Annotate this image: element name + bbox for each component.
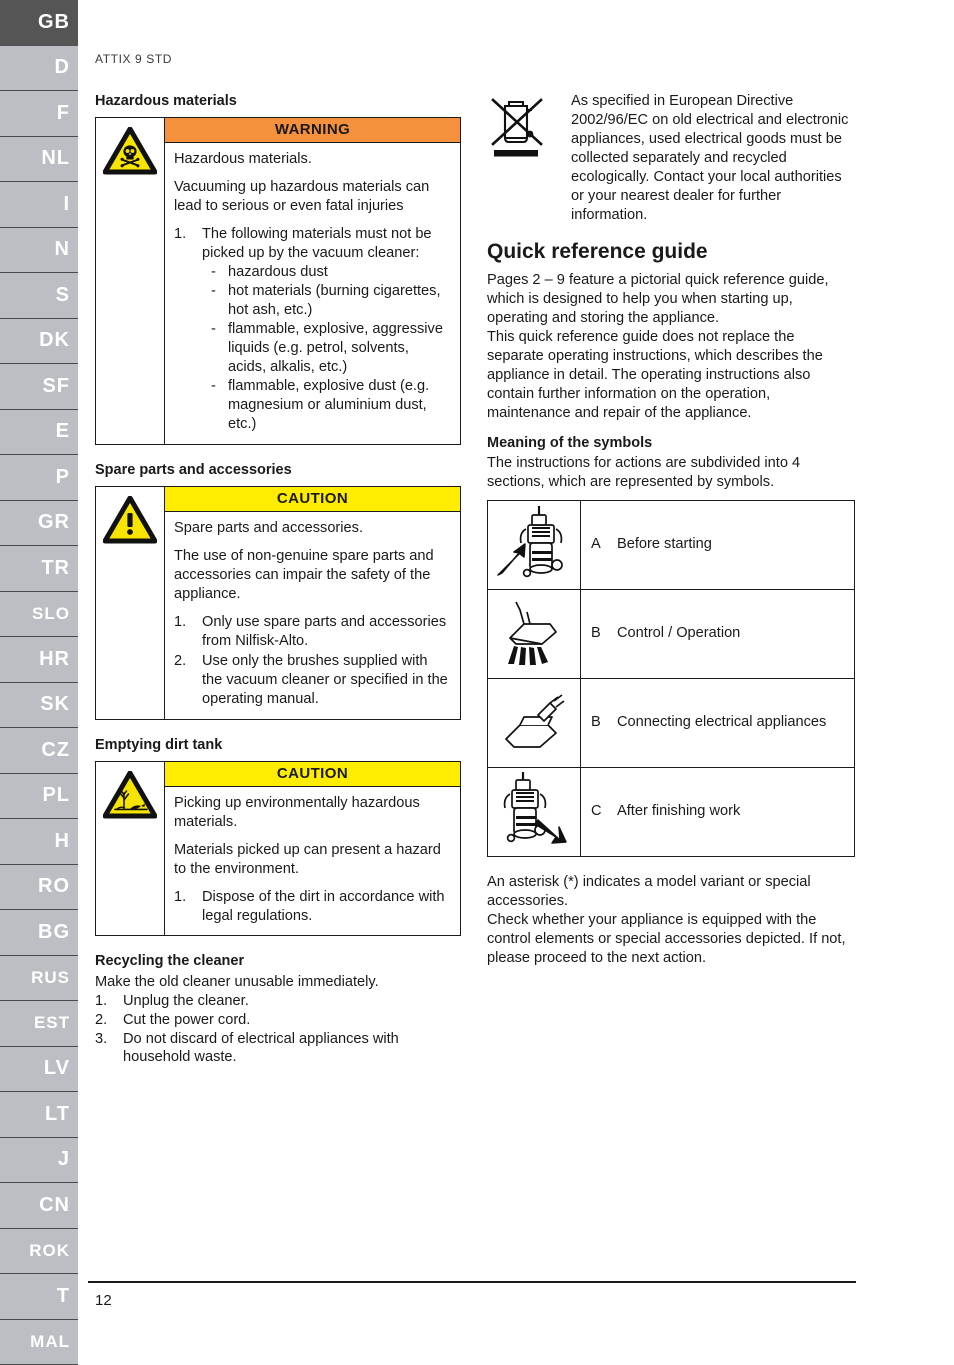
right-column: As specified in European Directive 2002/…: [487, 92, 855, 968]
vacuum-cleaner-arrow-out-icon: [487, 766, 581, 857]
list-marker: 1.: [95, 992, 108, 1009]
asterisk-note-paragraph-1: An asterisk (*) indicates a model varian…: [487, 873, 811, 909]
list-item: 2. Cut the power cord.: [95, 1011, 461, 1030]
list-marker: -: [211, 263, 216, 280]
symbol-letter: B: [591, 625, 601, 642]
list-text: Only use spare parts and accessories fro…: [202, 613, 447, 649]
document-page: ATTIX 9 STD Hazardous materials WARNING …: [0, 0, 954, 1365]
list-marker: 1.: [174, 226, 187, 243]
list-item: 2. Use only the brushes supplied with th…: [174, 652, 451, 709]
symbol-label: After finishing work: [617, 803, 741, 820]
symbol-label: Control / Operation: [617, 625, 741, 642]
symbol-label: Before starting: [617, 536, 712, 553]
skull-crossbones-hazard-icon: [96, 118, 165, 444]
vacuum-cleaner-arrow-in-icon: [487, 499, 581, 590]
list-item: - hazardous dust: [211, 263, 451, 282]
list-marker: -: [211, 320, 216, 337]
symbols-intro: The instructions for actions are subdivi…: [487, 454, 801, 490]
caution-text-line-2: The use of non-genuine spare parts and a…: [174, 547, 434, 602]
list-text: Cut the power cord.: [123, 1011, 251, 1028]
caution-text-line-1: Picking up environmentally hazardous mat…: [174, 794, 420, 830]
symbol-row-label: B Connecting electrical appliances: [580, 677, 855, 768]
symbol-label: Connecting electrical appliances: [617, 714, 827, 731]
environmental-hazard-icon: [96, 761, 165, 936]
caution-text-line-1: Spare parts and accessories.: [174, 519, 364, 536]
list-text: Unplug the cleaner.: [123, 992, 249, 1009]
table-row: B Connecting electrical appliances: [487, 677, 855, 768]
hazard-sub-list: - hazardous dust - hot materials (burnin…: [202, 263, 451, 434]
left-column: Hazardous materials WARNING Hazardous ma…: [95, 92, 461, 1067]
caution-steps-list: 1. Only use spare parts and accessories …: [174, 613, 451, 709]
section-heading-recycling: Recycling the cleaner: [95, 953, 245, 970]
list-marker: 2.: [174, 652, 187, 669]
list-text: Do not discard of electrical appliances …: [123, 1030, 399, 1066]
crossed-out-wheelie-bin-icon: [487, 92, 571, 225]
quick-reference-paragraph-1: Pages 2 – 9 feature a pictorial quick re…: [487, 271, 829, 326]
list-marker: 1.: [174, 888, 187, 905]
list-marker: -: [211, 377, 216, 394]
table-row: B Control / Operation: [487, 588, 855, 679]
power-tool-socket-icon: [487, 677, 581, 768]
warning-text-line-2: Vacuuming up hazardous materials can lea…: [174, 179, 430, 215]
list-marker: 2.: [95, 1011, 108, 1028]
symbol-letter: C: [591, 803, 602, 820]
warning-box-hazardous-materials: WARNING Hazardous materials. Vacuuming u…: [95, 117, 461, 445]
symbol-row-label: A Before starting: [580, 499, 855, 590]
list-text: hazardous dust: [228, 263, 328, 280]
section-heading-hazardous-materials: Hazardous materials: [95, 93, 237, 109]
warning-steps-list: 1. The following materials must not be p…: [174, 225, 451, 434]
warning-text-line-1: Hazardous materials.: [174, 151, 312, 168]
list-item: 1. Unplug the cleaner.: [95, 992, 461, 1011]
list-item: - flammable, explosive, aggressive liqui…: [211, 320, 451, 377]
table-row: A Before starting: [487, 499, 855, 590]
list-text: Dispose of the dirt in accordance with l…: [202, 888, 445, 924]
section-heading-meaning-of-symbols: Meaning of the symbols: [487, 434, 653, 451]
recycling-steps-list: 1. Unplug the cleaner. 2. Cut the power …: [95, 992, 461, 1068]
list-text: hot materials (burning cigarettes, hot a…: [228, 282, 441, 318]
alert-title-caution: CAUTION: [165, 761, 460, 787]
list-item: 1. Only use spare parts and accessories …: [174, 613, 451, 651]
symbol-row-label: B Control / Operation: [580, 588, 855, 679]
weee-directive-text: As specified in European Directive 2002/…: [571, 93, 849, 223]
list-marker: 1.: [174, 613, 187, 630]
page-title-quick-reference-guide: Quick reference guide: [487, 239, 708, 263]
list-text: The following materials must not be pick…: [202, 226, 432, 261]
recycling-intro: Make the old cleaner unusable immediatel…: [95, 973, 379, 990]
quick-reference-paragraph-2: This quick reference guide does not repl…: [487, 328, 823, 421]
symbols-table: A Before starting B Control / Operation …: [487, 499, 855, 857]
caution-box-spare-parts: CAUTION Spare parts and accessories. The…: [95, 485, 461, 720]
alert-title-caution: CAUTION: [165, 486, 460, 512]
symbol-row-label: C After finishing work: [580, 766, 855, 857]
footer-rule: [88, 1281, 856, 1283]
list-text: Use only the brushes supplied with the v…: [202, 652, 448, 707]
section-heading-spare-parts: Spare parts and accessories: [95, 461, 292, 478]
section-heading-emptying-dirt-tank: Emptying dirt tank: [95, 736, 223, 753]
list-text: flammable, explosive, aggressive liquids…: [228, 320, 443, 375]
running-head: ATTIX 9 STD: [95, 52, 173, 66]
list-item: 1. The following materials must not be p…: [174, 225, 451, 434]
weee-directive-block: As specified in European Directive 2002/…: [487, 92, 855, 225]
exclamation-triangle-icon: [96, 486, 165, 719]
list-item: 1. Dispose of the dirt in accordance wit…: [174, 888, 451, 926]
symbol-letter: B: [591, 714, 601, 731]
caution-steps-list: 1. Dispose of the dirt in accordance wit…: [174, 888, 451, 926]
caution-box-emptying-dirt-tank: CAUTION Picking up environmentally hazar…: [95, 760, 461, 937]
symbol-letter: A: [591, 536, 601, 553]
list-item: - hot materials (burning cigarettes, hot…: [211, 282, 451, 320]
floor-nozzle-icon: [487, 588, 581, 679]
alert-title-warning: WARNING: [165, 118, 460, 144]
caution-text-line-2: Materials picked up can present a hazard…: [174, 841, 441, 877]
list-marker: 3.: [95, 1030, 108, 1047]
asterisk-note-paragraph-2: Check whether your appliance is equipped…: [487, 911, 846, 966]
page-number: 12: [95, 1292, 112, 1309]
table-row: C After finishing work: [487, 766, 855, 857]
list-marker: -: [211, 282, 216, 299]
list-item: 3. Do not discard of electrical applianc…: [95, 1030, 461, 1068]
list-item: - flammable, explosive dust (e.g. magnes…: [211, 377, 451, 434]
list-text: flammable, explosive dust (e.g. magnesiu…: [228, 377, 430, 432]
